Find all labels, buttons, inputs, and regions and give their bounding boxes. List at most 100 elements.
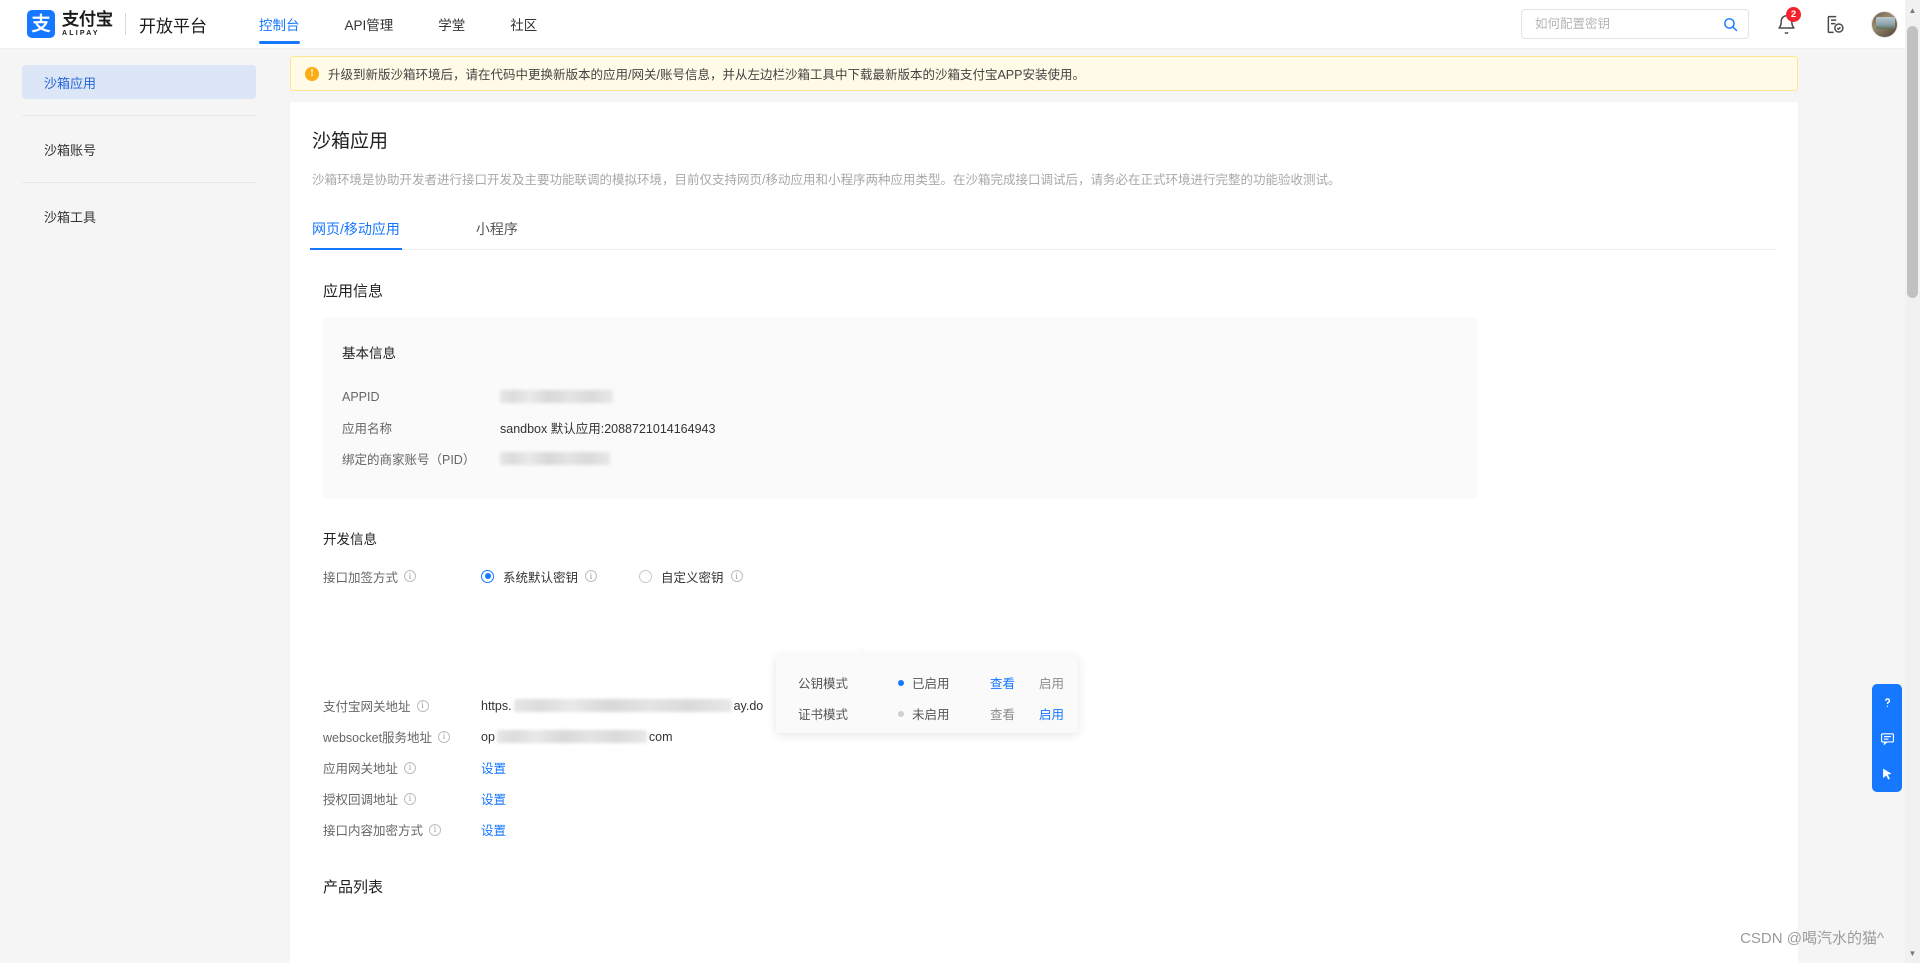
help-question-icon [1880,695,1895,710]
tab-web-mobile-app-label: 网页/移动应用 [312,221,400,237]
row-label-alipay-gateway: 支付宝网关地址 i [323,696,481,715]
alipay-gateway-suffix: ay.do [734,699,764,713]
sidebar-item-sandbox-tools[interactable]: 沙箱工具 [22,199,256,233]
docs-button[interactable] [1824,14,1845,35]
enable-link-public-key-mode[interactable]: 启用 [1039,673,1064,692]
top-nav: 控制台 API管理 学堂 社区 [259,0,582,49]
table-row: APPID [342,381,1477,412]
sidebar-item-sandbox-app[interactable]: 沙箱应用 [22,65,256,99]
row-value-bound-pid [500,452,610,465]
cursor-pointer-icon [1880,767,1895,782]
info-icon[interactable]: i [404,570,416,582]
tab-mini-program[interactable]: 小程序 [476,219,518,249]
nav-item-academy[interactable]: 学堂 [438,0,465,49]
popup-row-cert-mode: 证书模式 未启用 查看 启用 [798,698,1078,729]
page-description: 沙箱环境是协助开发者进行接口开发及主要功能联调的模拟环境，目前仅支持网页/移动应… [312,170,1776,190]
radio-custom-key[interactable] [639,570,652,583]
radio-system-default-key-label: 系统默认密钥 [503,567,578,586]
scroll-down-arrow-icon[interactable]: ▼ [1907,947,1918,959]
row-value-auth-callback: 设置 [481,789,506,808]
section-title-dev-info: 开发信息 [323,528,1776,548]
row-value-websocket: op com [481,730,673,744]
page-scrollbar[interactable]: ▲ ▼ [1905,0,1920,963]
main-content: ! 升级到新版沙箱环境后，请在代码中更换新版本的应用/网关/账号信息，并从左边栏… [278,49,1912,963]
info-icon[interactable]: i [585,570,597,582]
app-header: 支 支付宝 ALIPAY 开放平台 控制台 API管理 学堂 社区 [0,0,1920,49]
masked-value-websocket [497,730,647,743]
brand-logo[interactable]: 支 支付宝 ALIPAY 开放平台 [27,10,207,38]
row-label-websocket: websocket服务地址 i [323,727,481,746]
logo-wordmark: 支付宝 ALIPAY [62,11,113,37]
settings-link-auth-callback[interactable]: 设置 [481,789,506,808]
row-label-content-encryption-text: 接口内容加密方式 [323,820,423,839]
nav-item-community[interactable]: 社区 [510,0,537,49]
radio-custom-key-label: 自定义密钥 [661,567,724,586]
brand-divider [125,13,126,35]
status-dot-disabled-icon [898,711,904,717]
popup-label-public-key-mode: 公钥模式 [798,673,898,692]
info-icon[interactable]: i [404,793,416,805]
view-link-cert-mode[interactable]: 查看 [990,704,1015,723]
sidebar-item-sandbox-account-label: 沙箱账号 [44,140,96,159]
radio-system-default-key[interactable] [481,570,494,583]
scroll-up-arrow-icon[interactable]: ▲ [1907,4,1918,16]
row-label-auth-callback-text: 授权回调地址 [323,789,398,808]
tab-web-mobile-app[interactable]: 网页/移动应用 [312,219,400,249]
basic-info-card: 基本信息 APPID 应用名称 sandbox 默认应用:20887210141… [323,318,1477,498]
info-icon[interactable]: i [404,762,416,774]
websocket-prefix: op [481,730,495,744]
notification-button[interactable]: 2 [1776,14,1797,35]
row-label-app-gateway: 应用网关地址 i [323,758,481,777]
enable-link-cert-mode[interactable]: 启用 [1039,704,1064,723]
floating-toolbar [1872,684,1902,792]
warning-icon: ! [305,67,319,81]
row-label-content-encryption: 接口内容加密方式 i [323,820,481,839]
cursor-button[interactable] [1874,761,1900,787]
info-icon[interactable]: i [731,570,743,582]
row-label-app-gateway-text: 应用网关地址 [323,758,398,777]
help-button[interactable] [1874,689,1900,715]
status-dot-enabled-icon [898,680,904,686]
table-row: 应用网关地址 i 设置 [323,752,1776,783]
search-icon[interactable] [1722,16,1739,33]
row-value-appid [500,390,613,403]
sign-method-row: 接口加签方式 i 系统默认密钥 i 自定义密钥 i [323,556,1776,596]
tab-mini-program-label: 小程序 [476,221,518,237]
search-input[interactable] [1533,16,1722,32]
table-row: 绑定的商家账号（PID） [342,443,1477,474]
scrollbar-thumb[interactable] [1907,26,1918,298]
view-link-public-key-mode[interactable]: 查看 [990,673,1015,692]
nav-item-community-label: 社区 [510,14,537,34]
content-tabs: 网页/移动应用 小程序 [312,212,1776,250]
nav-item-console-label: 控制台 [259,14,300,34]
page-title: 沙箱应用 [312,102,1776,153]
nav-item-api[interactable]: API管理 [345,0,394,49]
basic-info-card-title: 基本信息 [342,342,1477,362]
document-check-icon [1824,14,1845,35]
row-label-appid: APPID [342,390,500,404]
row-value-app-gateway: 设置 [481,758,506,777]
info-icon[interactable]: i [438,731,450,743]
logo-text-cn: 支付宝 [62,11,113,28]
sidebar: 沙箱应用 沙箱账号 沙箱工具 [0,49,278,963]
logo-text-en: ALIPAY [62,30,113,37]
feedback-button[interactable] [1874,725,1900,751]
search-box[interactable] [1521,9,1749,39]
popup-row-public-key-mode: 公钥模式 已启用 查看 启用 [798,667,1078,698]
alipay-logo-icon: 支 [27,10,55,38]
row-label-sign-method: 接口加签方式 i [323,567,481,586]
info-icon[interactable]: i [417,700,429,712]
row-label-bound-pid: 绑定的商家账号（PID） [342,449,500,468]
settings-link-content-encryption[interactable]: 设置 [481,820,506,839]
row-label-alipay-gateway-text: 支付宝网关地址 [323,696,411,715]
sidebar-item-sandbox-tools-label: 沙箱工具 [44,207,96,226]
info-icon[interactable]: i [429,824,441,836]
feedback-chat-icon [1880,731,1895,746]
header-actions: 2 [1521,9,1898,39]
avatar[interactable] [1871,11,1898,38]
sign-method-options: 系统默认密钥 i 自定义密钥 i [481,567,743,586]
nav-item-console[interactable]: 控制台 [259,0,300,49]
settings-link-app-gateway[interactable]: 设置 [481,758,506,777]
sidebar-item-sandbox-account[interactable]: 沙箱账号 [22,132,256,166]
watermark: CSDN @喝汽水的猫^ [1740,927,1884,948]
